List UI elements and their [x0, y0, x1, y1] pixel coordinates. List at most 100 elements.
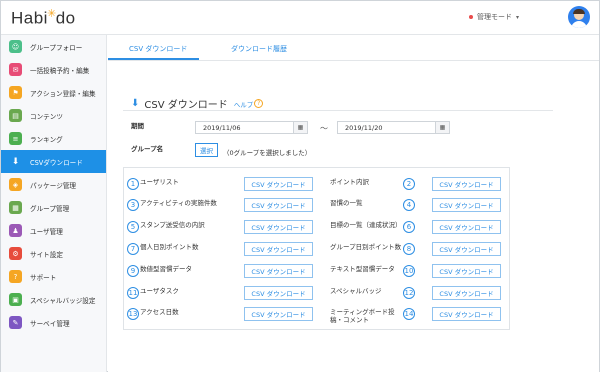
- sidebar-item[interactable]: ☺ グループフォロー: [1, 35, 106, 58]
- download-item-label: アクティビティの実施件数: [140, 199, 217, 207]
- download-item-label: ユーザリスト: [140, 178, 179, 186]
- csv-download-button[interactable]: CSV ダウンロード: [244, 177, 313, 191]
- sidebar-item[interactable]: ≡ ランキング: [1, 127, 106, 150]
- calendar-icon[interactable]: ▦: [435, 122, 449, 133]
- download-item-label: 数値型習慣データ: [140, 265, 192, 273]
- sidebar-item[interactable]: ✉ 一括投稿予約・編集: [1, 58, 106, 81]
- sidebar-item-label: サイト設定: [30, 250, 63, 259]
- select-group-button[interactable]: 選択: [195, 143, 218, 157]
- sidebar-item-label: コンテンツ: [30, 112, 63, 121]
- section-divider: [123, 110, 553, 111]
- logo-text-right: do: [55, 8, 76, 28]
- sidebar-item[interactable]: ▦ グループ管理: [1, 196, 106, 219]
- date-from-field[interactable]: 2019/11/06 ▦: [195, 121, 308, 134]
- sidebar-item[interactable]: ▣ スペシャルバッジ設定: [1, 288, 106, 311]
- sidebar-item[interactable]: ✎ サーベイ管理: [1, 311, 106, 334]
- item-number-badge: 11: [127, 287, 139, 299]
- sidebar-item-label: スペシャルバッジ設定: [30, 296, 96, 305]
- avatar-body: [571, 21, 587, 28]
- item-number-badge: 13: [127, 308, 139, 320]
- tab-download-history[interactable]: ダウンロード履歴: [231, 44, 287, 54]
- csv-download-button[interactable]: CSV ダウンロード: [244, 286, 313, 300]
- sidebar: ☺ グループフォロー ✉ 一括投稿予約・編集 ⚑ アクション登録・編集 ▤ コンテンツ ≡ ランキ…: [1, 35, 107, 372]
- date-range-separator: 〜: [320, 124, 328, 133]
- download-item-label: ポイント内訳: [330, 178, 369, 186]
- csv-download-button[interactable]: CSV ダウンロード: [432, 307, 501, 321]
- admin-mode-dropdown[interactable]: 管理モード ▾: [469, 12, 519, 22]
- item-number-badge: 1: [127, 178, 139, 190]
- settings-icon: ⚙: [9, 247, 22, 260]
- package-icon: ◈: [9, 178, 22, 191]
- download-item-label: グループ日別ポイント数: [330, 243, 402, 251]
- sidebar-item[interactable]: ♟ ユーザ管理: [1, 219, 106, 242]
- sidebar-item-label: ランキング: [30, 135, 63, 144]
- download-item-label: ミーティングボード投稿・コメント: [330, 308, 395, 324]
- sidebar-item-label: ユーザ管理: [30, 227, 63, 236]
- sidebar-item-label: グループ管理: [30, 204, 70, 213]
- tab-bar: CSV ダウンロード ダウンロード履歴: [108, 36, 599, 61]
- mode-indicator-icon: [469, 15, 473, 19]
- selected-group-count: （0グループを選択しました）: [223, 149, 312, 157]
- csv-download-button[interactable]: CSV ダウンロード: [432, 286, 501, 300]
- csv-download-button[interactable]: CSV ダウンロード: [244, 307, 313, 321]
- help-label: ヘルプ: [233, 100, 254, 109]
- csv-download-button[interactable]: CSV ダウンロード: [432, 220, 501, 234]
- page-title: CSV ダウンロード: [144, 100, 228, 111]
- follow-icon: ☺: [9, 40, 22, 53]
- question-icon: ?: [254, 99, 264, 108]
- active-tab-indicator: [108, 58, 199, 60]
- sidebar-item[interactable]: ⚑ アクション登録・編集: [1, 81, 106, 104]
- item-number-badge: 8: [403, 243, 415, 255]
- csv-download-button[interactable]: CSV ダウンロード: [244, 264, 313, 278]
- csv-download-button[interactable]: CSV ダウンロード: [432, 242, 501, 256]
- csv-download-button[interactable]: CSV ダウンロード: [432, 198, 501, 212]
- download-item-label: スタンプ送受信の内訳: [140, 221, 205, 229]
- download-list: 1 ユーザリスト CSV ダウンロード 3 アクティビティの実施件数 CSV ダウンロード…: [123, 167, 510, 330]
- sidebar-item-label: サーベイ管理: [30, 319, 70, 328]
- download-icon: ⬇: [131, 98, 140, 109]
- csv-download-button[interactable]: CSV ダウンロード: [244, 198, 313, 212]
- csv-download-button[interactable]: CSV ダウンロード: [432, 264, 501, 278]
- user-icon: ♟: [9, 224, 22, 237]
- user-avatar[interactable]: [568, 6, 590, 28]
- download-item-label: スペシャルバッジ: [330, 287, 382, 295]
- download-item-label: 個人日別ポイント数: [140, 243, 199, 251]
- help-link[interactable]: ヘルプ ?: [234, 99, 264, 109]
- habido-logo[interactable]: Habi✳do: [11, 7, 76, 29]
- item-number-badge: 6: [403, 221, 415, 233]
- csv-download-button[interactable]: CSV ダウンロード: [432, 177, 501, 191]
- mode-label: 管理モード: [477, 13, 512, 21]
- download-icon: ⬇: [11, 156, 20, 167]
- date-to-field[interactable]: 2019/11/20 ▦: [337, 121, 450, 134]
- sidebar-item[interactable]: ? サポート: [1, 265, 106, 288]
- sidebar-item-label: グループフォロー: [30, 43, 83, 52]
- download-item-label: ユーザタスク: [140, 287, 179, 295]
- content-icon: ▤: [9, 109, 22, 122]
- item-number-badge: 10: [403, 265, 415, 277]
- sidebar-item[interactable]: ⬇ CSVダウンロード: [1, 150, 106, 173]
- item-number-badge: 7: [127, 243, 139, 255]
- sidebar-item[interactable]: ⚙ サイト設定: [1, 242, 106, 265]
- group-icon: ▦: [9, 201, 22, 214]
- sidebar-item[interactable]: ◈ パッケージ管理: [1, 173, 106, 196]
- survey-icon: ✎: [9, 316, 22, 329]
- group-name-label: グループ名: [131, 145, 164, 153]
- tab-csv-download[interactable]: CSV ダウンロード: [129, 44, 187, 54]
- main-content: ⬇ CSV ダウンロード ヘルプ ? 期間 2019/11/06 ▦ 〜 201…: [108, 62, 599, 372]
- section-header: ⬇ CSV ダウンロード ヘルプ ?: [131, 96, 264, 111]
- download-item-label: テキスト型習慣データ: [330, 265, 395, 273]
- logo-text-left: Habi: [11, 8, 48, 28]
- sidebar-item-label: パッケージ管理: [30, 181, 77, 190]
- sidebar-item-label: アクション登録・編集: [30, 89, 96, 98]
- calendar-icon[interactable]: ▦: [293, 122, 307, 133]
- download-item-label: 目標の一覧（達成状況）: [330, 221, 402, 229]
- download-item-label: 習慣の一覧: [330, 199, 363, 207]
- csv-download-button[interactable]: CSV ダウンロード: [244, 242, 313, 256]
- sidebar-item-label: 一括投稿予約・編集: [30, 66, 90, 75]
- chevron-down-icon: ▾: [516, 13, 520, 21]
- csv-download-button[interactable]: CSV ダウンロード: [244, 220, 313, 234]
- message-icon: ✉: [9, 63, 22, 76]
- sidebar-item[interactable]: ▤ コンテンツ: [1, 104, 106, 127]
- support-icon: ?: [9, 270, 22, 283]
- period-label: 期間: [131, 122, 144, 130]
